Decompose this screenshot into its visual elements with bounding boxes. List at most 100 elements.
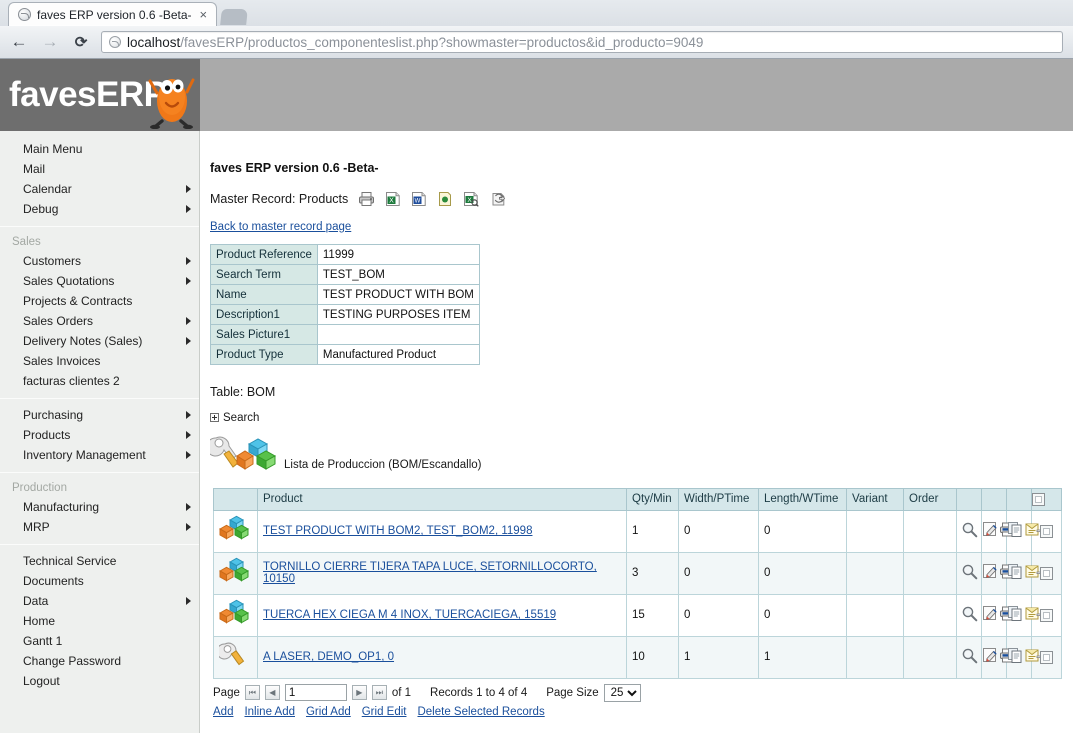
- product-link[interactable]: A LASER, DEMO_OP1, 0: [263, 651, 394, 663]
- sidebar-item-projects-contracts[interactable]: Projects & Contracts: [0, 291, 199, 311]
- forward-icon[interactable]: →: [39, 31, 61, 53]
- sidebar-item-sales-orders[interactable]: Sales Orders: [0, 311, 199, 331]
- product-cell: TORNILLO CIERRE TIJERA TAPA LUCE, SETORN…: [258, 552, 627, 594]
- export-excel-icon[interactable]: X: [385, 191, 401, 207]
- sidebar-item-calendar[interactable]: Calendar: [0, 179, 199, 199]
- page-number-input[interactable]: [285, 684, 347, 701]
- bom-blocks-icon: [214, 552, 258, 594]
- grid-col-variant[interactable]: Variant: [847, 488, 904, 510]
- master-field-value: TESTING PURPOSES ITEM: [317, 305, 479, 325]
- last-page-button[interactable]: ⏭: [372, 685, 387, 700]
- sidebar-item-logout[interactable]: Logout: [0, 671, 199, 691]
- order-cell: [904, 636, 957, 678]
- copy-row-icon[interactable]: [1007, 521, 1024, 541]
- view-icon[interactable]: [961, 647, 978, 667]
- sidebar-item-main-menu[interactable]: Main Menu: [0, 139, 199, 159]
- close-icon[interactable]: ×: [198, 8, 210, 21]
- back-to-master-record-link[interactable]: Back to master record page: [210, 221, 351, 233]
- chevron-right-icon: [186, 317, 191, 325]
- grid-col-action-2: [982, 488, 1007, 510]
- copy-row-icon[interactable]: [1007, 563, 1024, 583]
- copy-row-icon[interactable]: [1007, 647, 1024, 667]
- edit-icon[interactable]: [982, 647, 999, 667]
- sidebar-item-mrp[interactable]: MRP: [0, 517, 199, 537]
- edit-icon[interactable]: [982, 521, 999, 541]
- grid-col-qty[interactable]: Qty/Min: [627, 488, 679, 510]
- grid-action-delete-selected-records[interactable]: Delete Selected Records: [417, 706, 544, 718]
- row-checkbox[interactable]: [1040, 609, 1053, 622]
- select-all-checkbox[interactable]: [1032, 493, 1045, 506]
- sidebar-item-data[interactable]: Data: [0, 591, 199, 611]
- sidebar-item-sales-invoices[interactable]: Sales Invoices: [0, 351, 199, 371]
- sidebar-item-label: facturas clientes 2: [23, 374, 120, 388]
- grid-col-order[interactable]: Order: [904, 488, 957, 510]
- sidebar-item-label: Gantt 1: [23, 634, 62, 648]
- product-link[interactable]: TEST PRODUCT WITH BOM2, TEST_BOM2, 11998: [263, 525, 532, 537]
- master-field-label: Product Type: [211, 345, 318, 365]
- sidebar-item-customers[interactable]: Customers: [0, 251, 199, 271]
- row-checkbox[interactable]: [1040, 651, 1053, 664]
- grid-col-length[interactable]: Length/WTime: [759, 488, 847, 510]
- copy-row-icon[interactable]: [1007, 605, 1024, 625]
- sidebar-item-purchasing[interactable]: Purchasing: [0, 405, 199, 425]
- next-page-button[interactable]: ▶: [352, 685, 367, 700]
- first-page-button[interactable]: ⏮: [245, 685, 260, 700]
- back-icon[interactable]: ←: [8, 31, 30, 53]
- sidebar-item-sales-quotations[interactable]: Sales Quotations: [0, 271, 199, 291]
- sidebar-item-mail[interactable]: Mail: [0, 159, 199, 179]
- sidebar-item-facturas-clientes-2[interactable]: facturas clientes 2: [0, 371, 199, 391]
- sidebar-item-debug[interactable]: Debug: [0, 199, 199, 219]
- row-actions-cell: [982, 636, 1007, 678]
- address-bar[interactable]: localhost/favesERP/productos_componentes…: [101, 31, 1063, 53]
- order-cell: [904, 552, 957, 594]
- sidebar-item-manufacturing[interactable]: Manufacturing: [0, 497, 199, 517]
- page-size-select[interactable]: 25: [604, 684, 641, 702]
- master-field-value: 11999: [317, 245, 479, 265]
- export-page-icon[interactable]: [490, 191, 507, 207]
- brand-logo[interactable]: favesERP: [0, 59, 200, 131]
- edit-icon[interactable]: [982, 605, 999, 625]
- reload-icon[interactable]: ⟳: [70, 31, 92, 53]
- edit-icon[interactable]: [982, 563, 999, 583]
- row-checkbox[interactable]: [1040, 567, 1053, 580]
- product-link[interactable]: TORNILLO CIERRE TIJERA TAPA LUCE, SETORN…: [263, 561, 597, 585]
- view-icon[interactable]: [961, 521, 978, 541]
- grid-col-product[interactable]: Product: [258, 488, 627, 510]
- sidebar-item-products[interactable]: Products: [0, 425, 199, 445]
- order-cell: [904, 594, 957, 636]
- sidebar-item-delivery-notes-sales[interactable]: Delivery Notes (Sales): [0, 331, 199, 351]
- grid-col-select-all[interactable]: [1032, 488, 1062, 510]
- sidebar-item-technical-service[interactable]: Technical Service: [0, 551, 199, 571]
- grid-action-grid-add[interactable]: Grid Add: [306, 706, 351, 718]
- new-tab-button[interactable]: [220, 9, 248, 25]
- print-icon[interactable]: [358, 191, 375, 207]
- search-expander[interactable]: Search: [210, 412, 259, 424]
- prev-page-button[interactable]: ◀: [265, 685, 280, 700]
- width-cell: 1: [679, 636, 759, 678]
- sidebar-item-label: Products: [23, 428, 70, 442]
- master-field-label: Description1: [211, 305, 318, 325]
- row-checkbox[interactable]: [1040, 525, 1053, 538]
- export-pdf-icon[interactable]: [437, 191, 453, 207]
- sidebar-item-gantt-1[interactable]: Gantt 1: [0, 631, 199, 651]
- chevron-right-icon: [186, 431, 191, 439]
- product-link[interactable]: TUERCA HEX CIEGA M 4 INOX, TUERCACIEGA, …: [263, 609, 556, 621]
- grid-action-add[interactable]: Add: [213, 706, 233, 718]
- master-field-label: Search Term: [211, 265, 318, 285]
- browser-tab[interactable]: faves ERP version 0.6 -Beta- ×: [8, 2, 217, 26]
- sidebar-item-label: Sales Invoices: [23, 354, 100, 368]
- view-icon[interactable]: [961, 605, 978, 625]
- svg-text:X: X: [389, 198, 394, 205]
- master-field-label: Name: [211, 285, 318, 305]
- export-word-icon[interactable]: W: [411, 191, 427, 207]
- grid-col-width[interactable]: Width/PTime: [679, 488, 759, 510]
- menu-divider: [0, 398, 199, 399]
- grid-action-grid-edit[interactable]: Grid Edit: [362, 706, 407, 718]
- grid-action-inline-add[interactable]: Inline Add: [244, 706, 295, 718]
- export-excel-query-icon[interactable]: X: [463, 191, 480, 207]
- sidebar-item-documents[interactable]: Documents: [0, 571, 199, 591]
- view-icon[interactable]: [961, 563, 978, 583]
- sidebar-item-inventory-management[interactable]: Inventory Management: [0, 445, 199, 465]
- sidebar-item-change-password[interactable]: Change Password: [0, 651, 199, 671]
- sidebar-item-home[interactable]: Home: [0, 611, 199, 631]
